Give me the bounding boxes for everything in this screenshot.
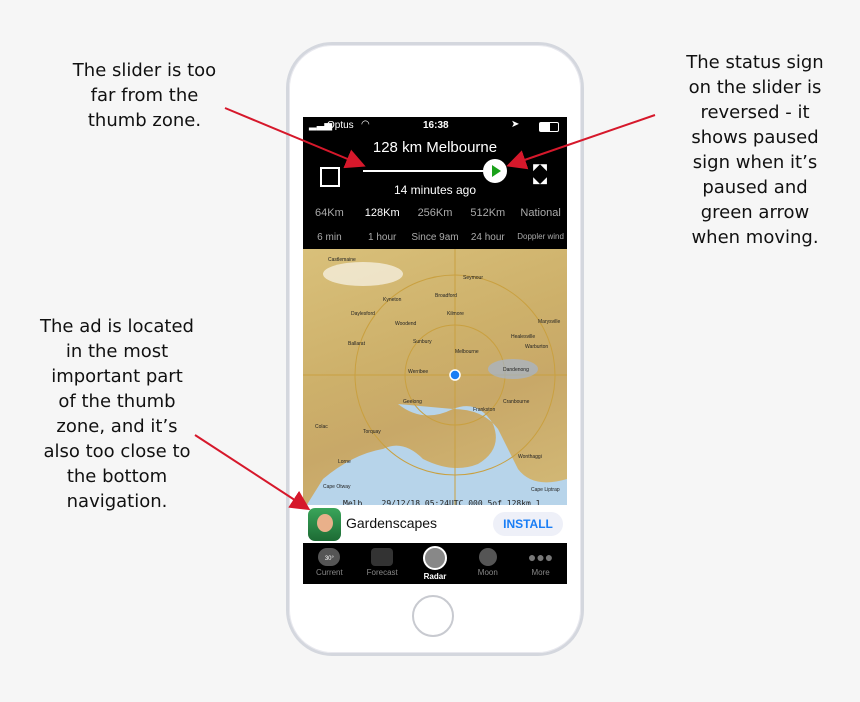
tab-label: Forecast bbox=[366, 568, 398, 577]
range-option[interactable]: 64Km bbox=[303, 207, 356, 219]
range-selector: 64Km 128Km 256Km 512Km National bbox=[303, 207, 567, 219]
status-bar: ▂▃▅ Optus ◠ 16:38 ➤ bbox=[303, 119, 567, 135]
install-button[interactable]: INSTALL bbox=[493, 512, 563, 536]
place-label: Lorne bbox=[338, 459, 351, 465]
time-slider[interactable] bbox=[363, 170, 493, 172]
ad-app-name: Gardenscapes bbox=[346, 515, 438, 531]
annotation-slider: The slider is too far from the thumb zon… bbox=[72, 60, 217, 131]
place-label: Geelong bbox=[403, 399, 422, 405]
radar-icon bbox=[422, 546, 447, 570]
place-label: Dandenong bbox=[503, 367, 529, 373]
chart-line-icon bbox=[371, 548, 394, 566]
place-label: Woodend bbox=[395, 321, 417, 327]
range-option[interactable]: National bbox=[514, 207, 567, 219]
ad-app-icon bbox=[308, 508, 341, 541]
time-option[interactable]: 24 hour bbox=[461, 232, 514, 243]
more-dots-icon: ●●● bbox=[527, 549, 554, 565]
range-option[interactable]: 128Km bbox=[356, 207, 409, 219]
tab-label: Radar bbox=[423, 572, 447, 581]
location-icon: ➤ bbox=[511, 119, 520, 130]
slider-thumb[interactable] bbox=[483, 159, 507, 183]
tab-current[interactable]: 30° Current bbox=[303, 543, 356, 584]
map-overlay bbox=[303, 249, 567, 511]
radar-title: 128 km Melbourne bbox=[372, 139, 498, 156]
annotation-ad: The ad is located in the most important … bbox=[40, 316, 194, 512]
place-label: Sunbury bbox=[413, 339, 432, 345]
app-screen: ▂▃▅ Optus ◠ 16:38 ➤ 128 km Melbourne ◤◥ ◣… bbox=[303, 117, 567, 584]
time-option[interactable]: Since 9am bbox=[409, 232, 462, 243]
range-option[interactable]: 512Km bbox=[461, 207, 514, 219]
place-label: Daylesford bbox=[351, 311, 375, 317]
play-icon bbox=[492, 165, 501, 177]
place-label: Broadford bbox=[435, 293, 457, 299]
time-selector: 6 min 1 hour Since 9am 24 hour Doppler w… bbox=[303, 232, 567, 243]
ad-banner[interactable]: Gardenscapes INSTALL bbox=[303, 505, 567, 543]
tab-moon[interactable]: Moon bbox=[461, 543, 514, 584]
tab-label: Moon bbox=[477, 568, 498, 577]
place-label: Castlemaine bbox=[328, 257, 356, 263]
tab-radar[interactable]: Radar bbox=[409, 543, 462, 584]
place-label: Seymour bbox=[463, 275, 484, 281]
time-option[interactable]: Doppler wind bbox=[514, 232, 567, 243]
place-label: Torquay bbox=[363, 429, 381, 435]
place-label: Wonthaggi bbox=[518, 454, 542, 460]
cloud-temperature-icon: 30° bbox=[318, 548, 341, 566]
place-label: Melbourne bbox=[455, 349, 479, 355]
bottom-navigation: 30° Current Forecast Radar Moon ●●● More bbox=[303, 543, 567, 584]
place-label: Cape Otway bbox=[323, 484, 351, 490]
place-label: Colac bbox=[315, 424, 328, 430]
radar-map[interactable]: Castlemaine Kyneton Broadford Seymour Da… bbox=[303, 249, 567, 511]
annotation-status: The status sign on the slider is reverse… bbox=[686, 52, 824, 248]
place-label: Kyneton bbox=[383, 297, 402, 303]
home-button[interactable] bbox=[412, 595, 454, 637]
place-label: Ballarat bbox=[348, 341, 365, 347]
place-label: Frankston bbox=[473, 407, 496, 413]
range-option[interactable]: 256Km bbox=[409, 207, 462, 219]
place-label: Kilmore bbox=[447, 311, 464, 317]
tab-forecast[interactable]: Forecast bbox=[356, 543, 409, 584]
time-option[interactable]: 1 hour bbox=[356, 232, 409, 243]
time-option[interactable]: 6 min bbox=[303, 232, 356, 243]
time-ago: 14 minutes ago bbox=[393, 183, 477, 197]
clock: 16:38 bbox=[423, 120, 449, 131]
place-label: Marysville bbox=[538, 319, 561, 325]
place-label: Cranbourne bbox=[503, 399, 530, 405]
place-label: Healesville bbox=[511, 334, 536, 340]
place-label: Werribee bbox=[408, 369, 429, 375]
tab-label: Current bbox=[316, 568, 343, 577]
tab-more[interactable]: ●●● More bbox=[514, 543, 567, 584]
place-label: Warburton bbox=[525, 344, 549, 350]
tab-label: More bbox=[531, 568, 550, 577]
wifi-icon: ◠ bbox=[361, 119, 370, 130]
battery-icon bbox=[539, 122, 559, 132]
place-label: Cape Liptrap bbox=[531, 487, 560, 493]
carrier: Optus bbox=[327, 120, 354, 131]
moon-icon bbox=[478, 548, 497, 566]
